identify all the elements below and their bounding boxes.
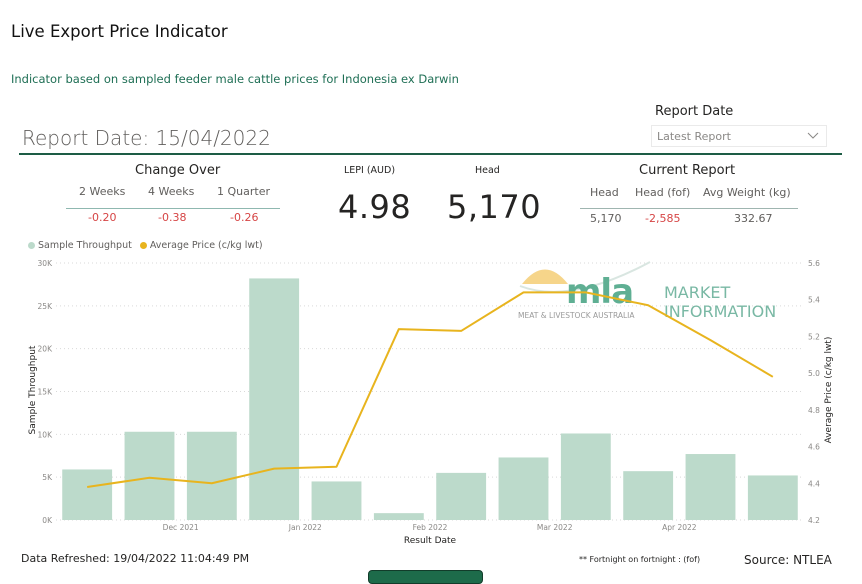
y2-tick-label: 4.4 — [808, 479, 820, 488]
throughput-bar — [374, 513, 424, 520]
y2-tick-label: 5.6 — [808, 259, 820, 268]
throughput-bar — [748, 475, 798, 520]
throughput-bar — [436, 473, 486, 520]
source-text: Source: NTLEA — [744, 553, 832, 567]
throughput-bar — [561, 433, 611, 520]
throughput-bar — [312, 481, 362, 520]
y2-tick-label: 4.8 — [808, 406, 820, 415]
throughput-price-chart: 0K 5K 10K 15K 20K 25K 30K 4.2 4.4 4.6 4.8 5.0 5.2 5.… — [0, 0, 862, 575]
y-tick-label: 0K — [42, 516, 53, 525]
logo-line1: MARKET — [664, 283, 730, 302]
y-tick-label: 10K — [38, 430, 54, 439]
x-axis-ticks: Dec 2021 Jan 2022 Feb 2022 Mar 2022 Apr 2022 — [163, 523, 697, 532]
throughput-bar — [187, 432, 237, 520]
y-tick-label: 20K — [38, 345, 54, 354]
logo-sun-shape — [522, 270, 568, 285]
throughput-bar — [249, 278, 299, 520]
throughput-bar — [125, 432, 175, 520]
y2-tick-label: 4.6 — [808, 443, 820, 452]
fof-footnote: ** Fortnight on fortnight : (fof) — [579, 555, 700, 564]
y-tick-label: 5K — [42, 473, 53, 482]
x-axis-title: Result Date — [404, 536, 457, 546]
y-tick-label: 15K — [38, 388, 54, 397]
throughput-bar — [62, 469, 112, 520]
bottom-action-button[interactable] — [368, 570, 483, 584]
y-tick-label: 25K — [38, 302, 54, 311]
x-tick-label: Dec 2021 — [163, 523, 199, 532]
y-tick-label: 30K — [38, 259, 54, 268]
logo-line2: INFORMATION — [664, 302, 776, 321]
throughput-bar — [623, 471, 673, 520]
throughput-bar — [686, 454, 736, 520]
y2-axis-title: Average Price (c/kg lwt) — [824, 337, 834, 444]
x-tick-label: Feb 2022 — [413, 523, 448, 532]
data-refreshed-text: Data Refreshed: 19/04/2022 11:04:49 PM — [21, 552, 249, 565]
y2-tick-label: 5.2 — [808, 332, 820, 341]
y-axis-title: Sample Throughput — [28, 345, 38, 434]
y-axis-ticks: 0K 5K 10K 15K 20K 25K 30K — [38, 259, 54, 525]
y2-axis-ticks: 4.2 4.4 4.6 4.8 5.0 5.2 5.4 5.6 — [808, 259, 820, 525]
logo-tagline: MEAT & LIVESTOCK AUSTRALIA — [518, 311, 635, 320]
throughput-bar — [499, 457, 549, 520]
x-tick-label: Apr 2022 — [662, 523, 697, 532]
x-tick-label: Mar 2022 — [537, 523, 573, 532]
y2-tick-label: 5.4 — [808, 296, 820, 305]
y2-tick-label: 4.2 — [808, 516, 820, 525]
x-tick-label: Jan 2022 — [288, 523, 322, 532]
y2-tick-label: 5.0 — [808, 369, 820, 378]
